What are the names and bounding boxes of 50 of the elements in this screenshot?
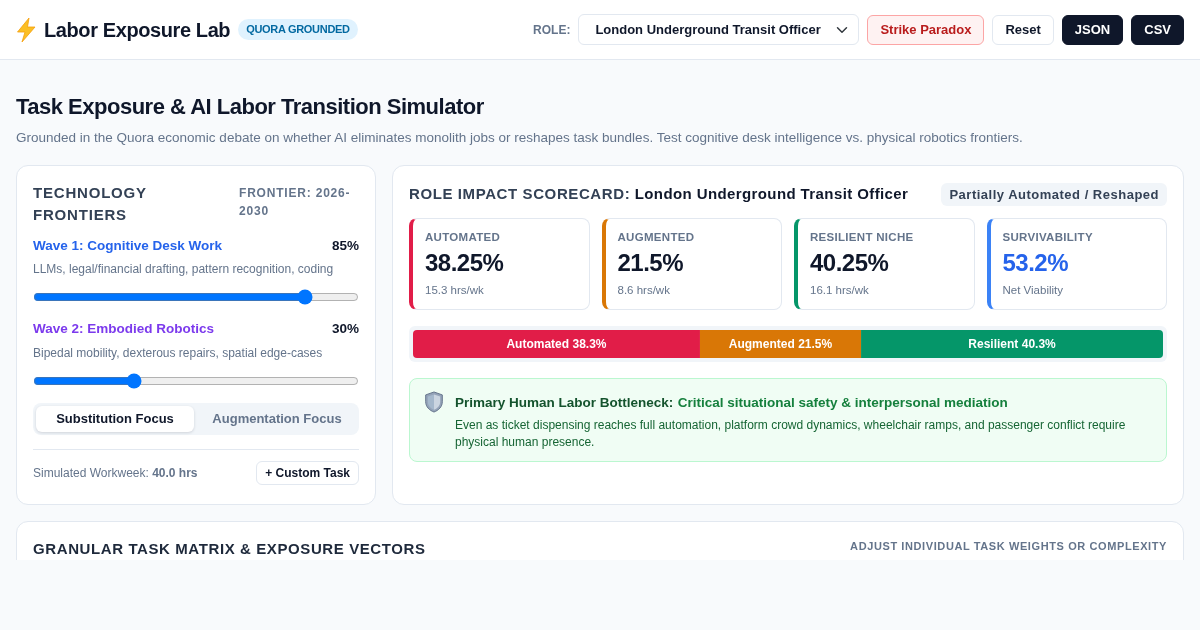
wave-description: Bipedal mobility, dexterous repairs, spatial edge-cases	[33, 344, 324, 362]
bottleneck-label: Primary Human Labor Bottleneck:	[455, 395, 674, 410]
app-title: Labor Exposure Lab	[44, 17, 231, 43]
metric-label: AUGMENTED	[617, 230, 696, 245]
wave-reading: 30%	[331, 320, 359, 339]
wave-title: Wave 1: Cognitive Desk Work	[33, 237, 223, 255]
bar-label: Automated	[506, 337, 570, 352]
metric-label: SURVIVABILITY	[1002, 230, 1094, 245]
bar-label: Augmented	[728, 337, 795, 352]
page-subtitle: Grounded in the Quora economic debate on whether AI eliminates monolith jobs or reshapes task bundles. Test cognitive desk intelligence vs. physical robotics frontiers.	[16, 129, 1024, 147]
focus-tab[interactable]: Substitution Focus	[36, 405, 194, 432]
scorecard-title: ROLE IMPACT SCORECARD:	[409, 185, 631, 202]
scorecard-role: London Underground Transit Officer	[634, 185, 909, 202]
role-select[interactable]: London Underground Transit Officer	[578, 14, 860, 45]
frontier-range: FRONTIER: 2026-2030	[239, 185, 352, 220]
grounded-badge: QUORA GROUNDED	[238, 19, 358, 40]
metric-detail: 8.6 hrs/wk	[617, 283, 671, 299]
page-title: Task Exposure & AI Labor Transition Simulator	[16, 93, 485, 121]
bar-value: 40.3%	[1021, 337, 1056, 352]
wave-title: Wave 2: Embodied Robotics	[33, 320, 215, 339]
strike-paradox-button[interactable]: Strike Paradox	[867, 14, 985, 45]
bar-value: 21.5%	[798, 337, 833, 352]
role-label: ROLE:	[533, 21, 571, 39]
custom-task-button[interactable]: + Custom Task	[256, 460, 359, 485]
metric-label: RESILIENT NICHE	[810, 230, 915, 245]
status-badge: Partially Automated / Reshaped	[941, 182, 1167, 206]
panel-title: TECHNOLOGY FRONTIERS	[33, 183, 148, 225]
metric-value: 53.2%	[1002, 248, 1070, 279]
metric-detail: Net Viability	[1002, 283, 1064, 299]
metric-detail: 15.3 hrs/wk	[425, 283, 485, 299]
metric-label: AUTOMATED	[425, 230, 502, 245]
export-button[interactable]: CSV	[1131, 14, 1184, 45]
wave-description: LLMs, legal/financial drafting, pattern recognition, coding	[33, 261, 335, 279]
reset-button[interactable]: Reset	[992, 14, 1054, 45]
focus-tab[interactable]: Augmentation Focus	[198, 405, 356, 432]
metric-value: 40.25%	[810, 248, 890, 279]
export-button[interactable]: JSON	[1061, 14, 1124, 45]
metric-value: 21.5%	[617, 248, 685, 279]
matrix-hint: ADJUST INDIVIDUAL TASK WEIGHTS OR COMPLEXITY	[850, 539, 1167, 554]
matrix-title: GRANULAR TASK MATRIX & EXPOSURE VECTORS	[33, 539, 426, 559]
metric-detail: 16.1 hrs/wk	[810, 283, 870, 299]
wave-reading: 85%	[331, 237, 359, 255]
workweek-summary: Simulated Workweek: 40.0 hrs	[33, 464, 198, 482]
bottleneck-value: Critical situational safety & interpersonal mediation	[677, 395, 1008, 410]
bar-value: 38.3%	[572, 337, 607, 352]
bottleneck-description: Even as ticket dispensing reaches full automation, platform crowd dynamics, wheelchair ramps, and passenger conflict require physical human presence.	[455, 417, 1127, 451]
shield-icon	[424, 391, 444, 413]
bar-label: Resilient	[968, 337, 1019, 352]
metric-value: 38.25%	[425, 248, 505, 279]
lightning-icon	[16, 17, 36, 42]
